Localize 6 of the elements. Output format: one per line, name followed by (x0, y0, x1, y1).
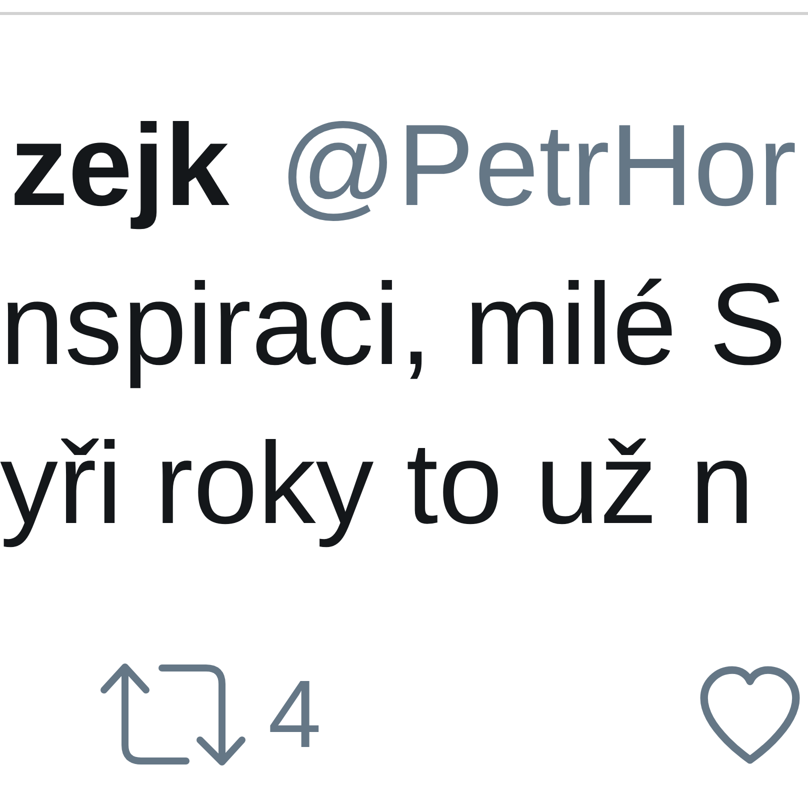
tweet-text: yři roky to už n (0, 417, 754, 550)
retweet-icon (100, 663, 246, 767)
tweet-text: nspiraci, milé S (0, 258, 786, 391)
author-handle: @PetrHor (279, 100, 797, 230)
author-name: zejk (10, 100, 230, 230)
retweet-button[interactable]: 4 (100, 663, 322, 767)
